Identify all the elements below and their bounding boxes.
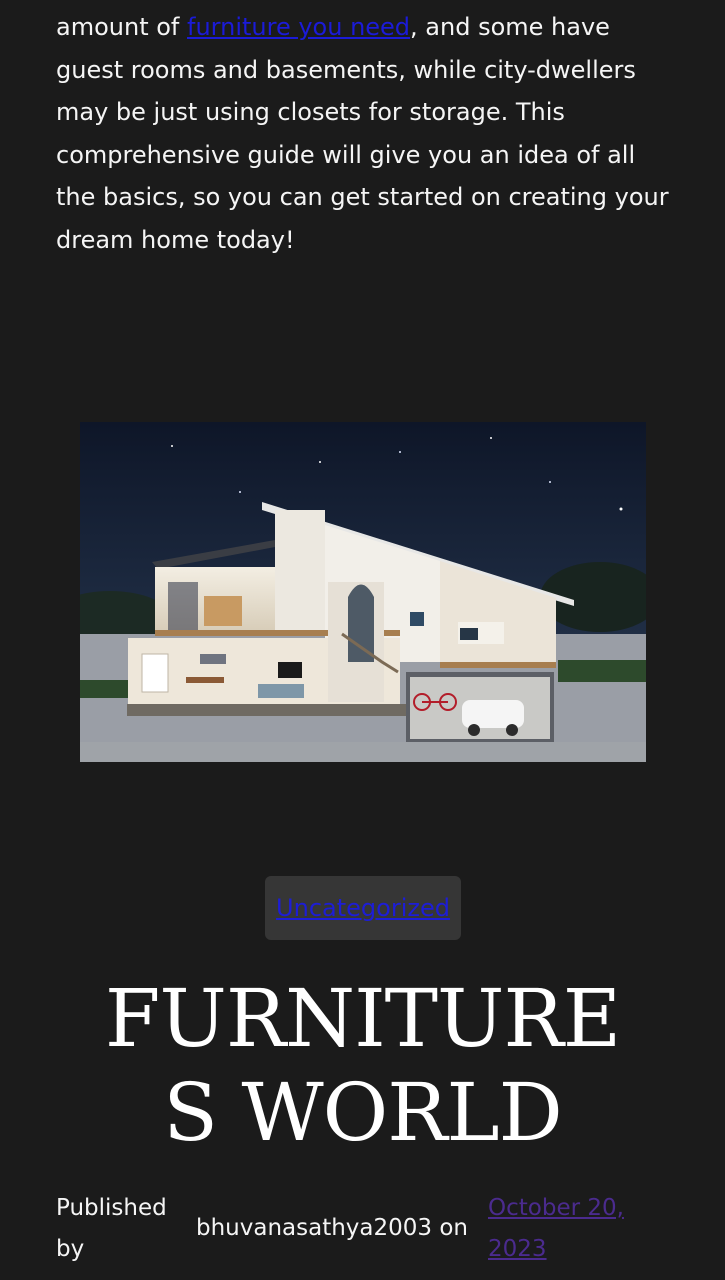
published-by-text: Published by: [56, 1195, 167, 1262]
author-text: bhuvanasathya2003 on: [196, 1215, 469, 1241]
published-by-label: Published by: [56, 1188, 176, 1270]
post-date: October 20, 2023: [488, 1188, 648, 1270]
post-date-link[interactable]: October 20, 2023: [488, 1195, 624, 1262]
furniture-link[interactable]: furniture you need: [187, 13, 410, 41]
category-tag: Uncategorized: [265, 876, 461, 940]
post-title: FURNITURE S WORLD: [0, 972, 725, 1160]
house-cutaway-image: [80, 422, 646, 762]
article-text-start: amount of: [56, 13, 187, 41]
post-title-line1: FURNITURE: [104, 972, 621, 1065]
article-text-end: , and some have guest rooms and basement…: [56, 13, 669, 254]
post-title-line2: S WORLD: [163, 1066, 563, 1159]
article-paragraph: amount of furniture you need, and some h…: [56, 6, 681, 261]
category-link[interactable]: Uncategorized: [276, 894, 450, 922]
